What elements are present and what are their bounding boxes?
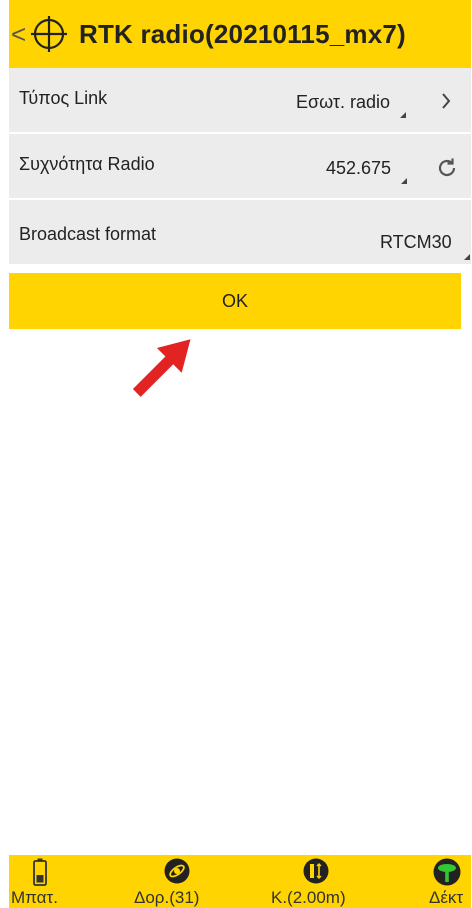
radio-frequency-value[interactable]: 452.675 xyxy=(326,158,391,179)
satellite-icon xyxy=(164,858,190,884)
app-screen: < RTK radio(20210115_mx7) Τύπος Link Εσω… xyxy=(9,0,471,908)
dropdown-indicator-icon xyxy=(401,178,407,184)
broadcast-format-row[interactable]: Broadcast format RTCM30 xyxy=(9,200,471,264)
battery-label: Μπατ. xyxy=(11,888,58,907)
radio-frequency-row[interactable]: Συχνότητα Radio 452.675 xyxy=(9,134,471,198)
tab-satellites[interactable]: Δορ.(31) xyxy=(134,855,224,908)
title-bar: < RTK radio(20210115_mx7) xyxy=(9,0,471,68)
refresh-icon[interactable] xyxy=(435,156,459,180)
pole-height-label: Κ.(2.00m) xyxy=(271,888,346,907)
page-title: RTK radio(20210115_mx7) xyxy=(79,18,406,49)
back-chevron-icon[interactable]: < xyxy=(11,19,27,50)
link-type-value[interactable]: Εσωτ. radio xyxy=(296,92,390,113)
broadcast-format-value[interactable]: RTCM30 xyxy=(380,232,452,253)
broadcast-format-label: Broadcast format xyxy=(19,224,157,244)
battery-icon xyxy=(33,858,47,886)
red-arrow-icon xyxy=(132,339,191,397)
gnss-crosshair-icon xyxy=(31,16,67,52)
link-type-label: Τύπος Link xyxy=(19,88,108,108)
bottom-status-bar: Μπατ. Δορ.(31) Κ.(2.00m) Δέκτ xyxy=(9,855,471,908)
receiver-icon xyxy=(433,858,461,886)
dropdown-indicator-icon xyxy=(464,254,470,260)
receiver-label: Δέκτ xyxy=(429,888,464,907)
satellites-label: Δορ.(31) xyxy=(134,888,200,907)
chevron-right-icon[interactable] xyxy=(438,90,454,112)
link-type-row[interactable]: Τύπος Link Εσωτ. radio xyxy=(9,68,471,132)
ok-button[interactable]: OK xyxy=(9,273,461,329)
dropdown-indicator-icon xyxy=(400,112,406,118)
radio-frequency-label: Συχνότητα Radio xyxy=(19,154,155,174)
tab-pole-height[interactable]: Κ.(2.00m) xyxy=(269,855,369,908)
tab-receiver[interactable]: Δέκτ xyxy=(413,855,471,908)
tab-battery[interactable]: Μπατ. xyxy=(9,855,79,908)
pole-height-icon xyxy=(303,858,329,884)
